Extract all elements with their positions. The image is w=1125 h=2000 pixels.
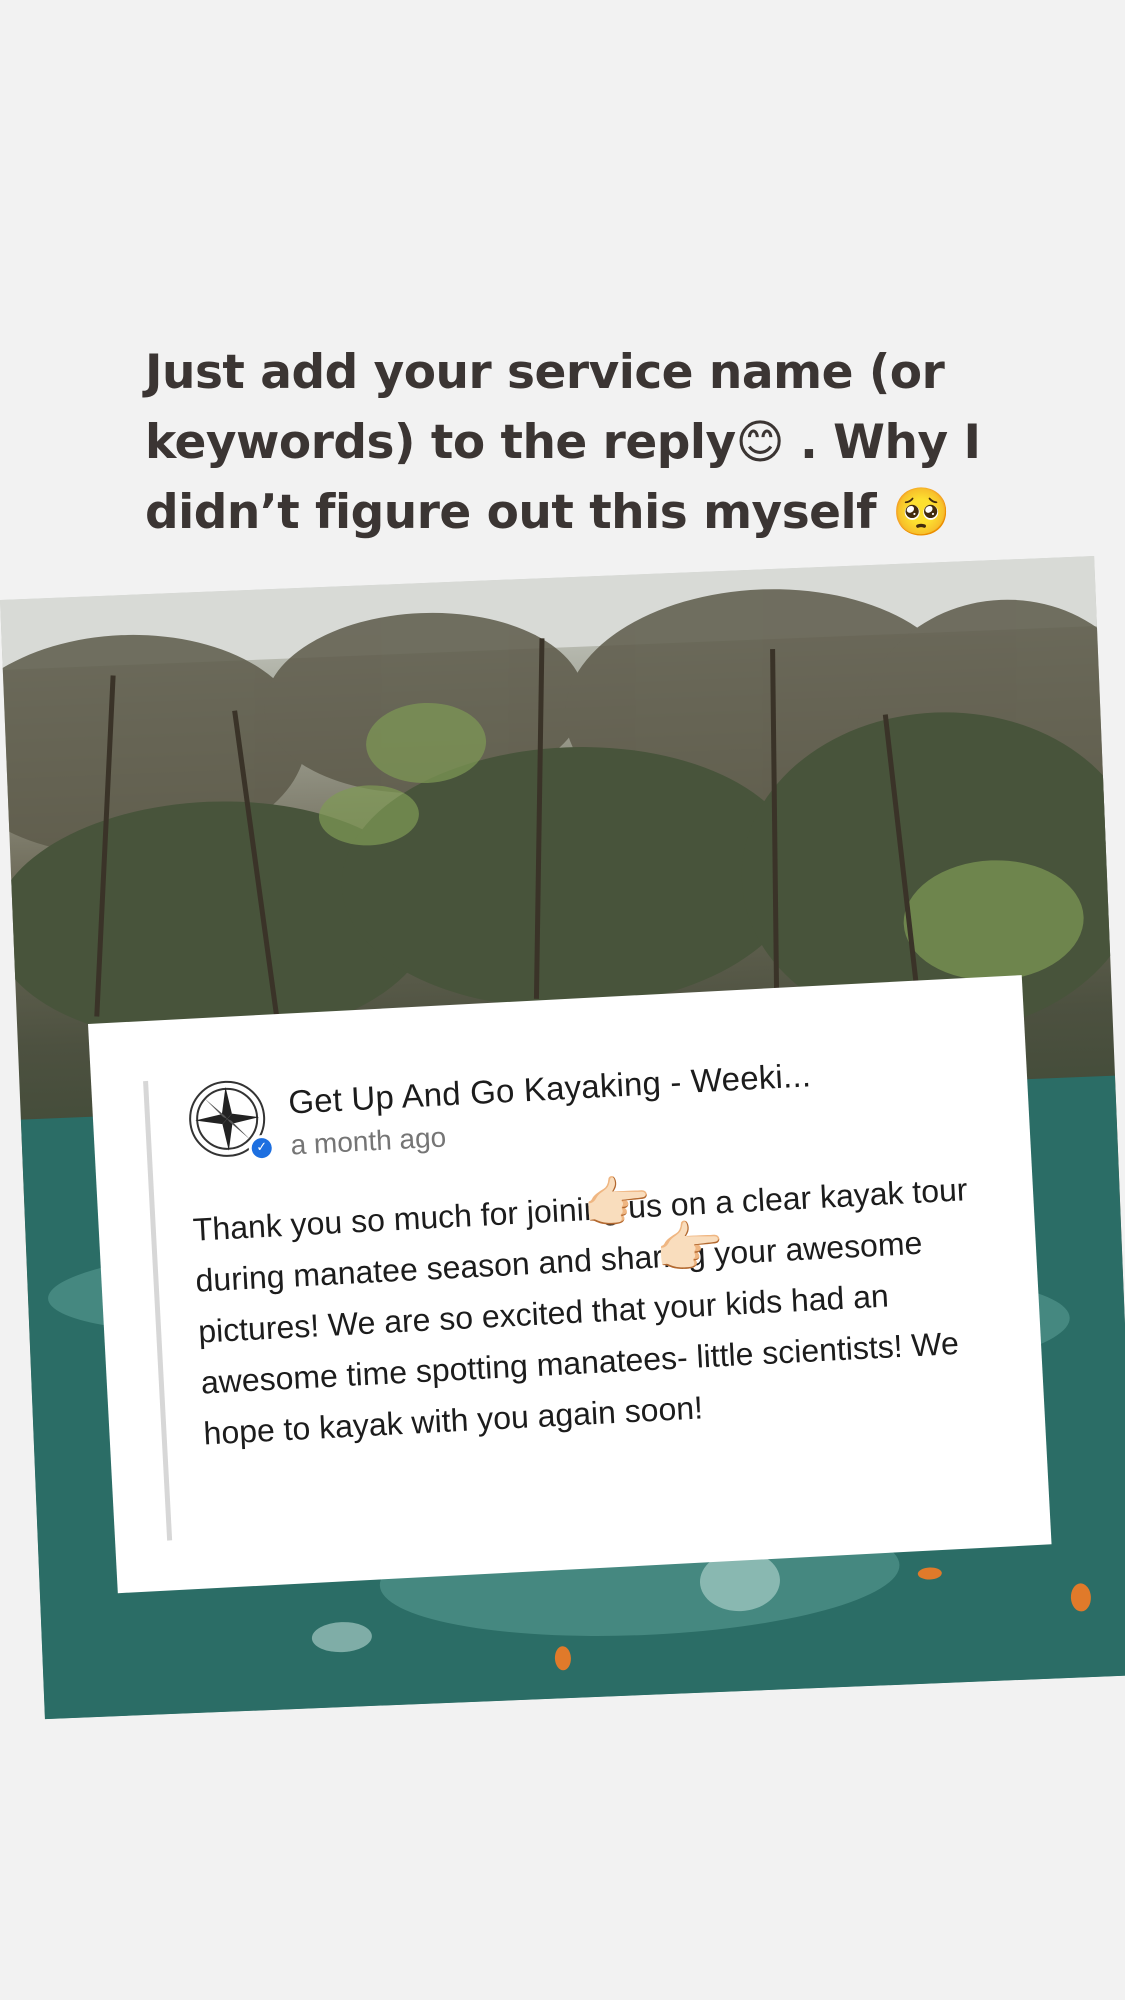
pointing-finger-icon: 👉🏻 [580,1169,654,1239]
quote-rule [143,1080,173,1541]
review-reply-card: ✓ Get Up And Go Kayaking - Weeki... a mo… [88,975,1052,1594]
caption-text: Just add your service name (or keywords)… [145,345,981,540]
reply-timestamp: a month ago [289,1121,447,1161]
pointing-finger-icon: 👉🏻 [652,1214,726,1283]
business-name[interactable]: Get Up And Go Kayaking - Weeki... [287,1056,812,1121]
verified-badge: ✓ [248,1134,276,1162]
